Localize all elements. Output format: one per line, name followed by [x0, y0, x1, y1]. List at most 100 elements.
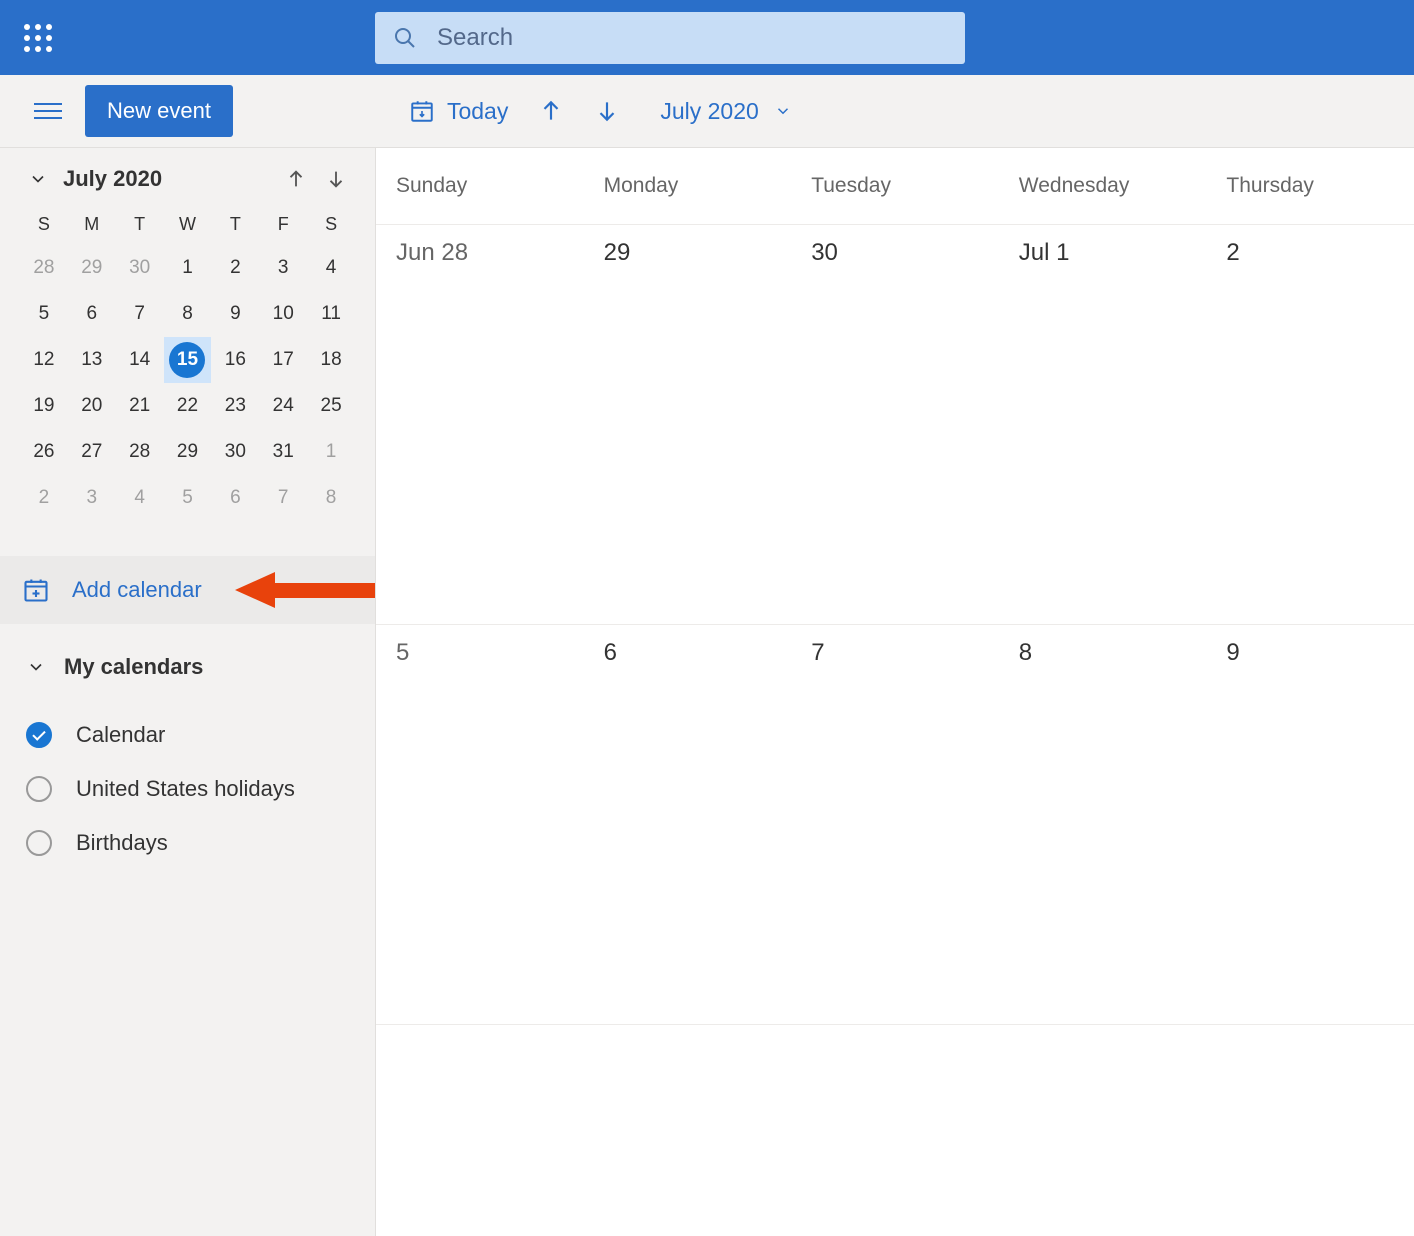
date-range-dropdown[interactable]: July 2020 — [660, 98, 791, 125]
search-box[interactable] — [375, 12, 965, 64]
day-cell[interactable]: 2 — [1206, 225, 1414, 624]
day-cell[interactable]: 6 — [584, 625, 792, 1024]
mini-calendar-title: July 2020 — [63, 166, 285, 192]
mini-cal-day[interactable]: 7 — [116, 291, 164, 337]
day-cell[interactable]: Jul 1 — [999, 225, 1207, 624]
mini-cal-day[interactable]: 3 — [259, 245, 307, 291]
mini-cal-day[interactable]: 8 — [164, 291, 212, 337]
mini-cal-day[interactable]: 4 — [307, 245, 355, 291]
mini-cal-dow: S — [20, 204, 68, 245]
mini-cal-day[interactable]: 24 — [259, 383, 307, 429]
mini-cal-day[interactable]: 29 — [164, 429, 212, 475]
next-arrow-icon[interactable] — [594, 98, 620, 124]
calendar-checkbox[interactable] — [26, 722, 52, 748]
mini-calendar-header: July 2020 — [0, 148, 375, 204]
my-calendars-title: My calendars — [64, 654, 203, 680]
calendar-checkbox[interactable] — [26, 776, 52, 802]
mini-cal-day[interactable]: 9 — [211, 291, 259, 337]
day-cell[interactable]: 8 — [999, 625, 1207, 1024]
chevron-down-icon — [774, 102, 792, 120]
day-cell[interactable]: 29 — [584, 225, 792, 624]
mini-cal-day[interactable]: 14 — [116, 337, 164, 383]
hamburger-menu-icon[interactable] — [20, 103, 75, 119]
day-header: Wednesday — [999, 148, 1207, 224]
mini-cal-day[interactable]: 20 — [68, 383, 116, 429]
mini-cal-day[interactable]: 30 — [211, 429, 259, 475]
search-icon — [393, 26, 417, 50]
mini-cal-day[interactable]: 1 — [164, 245, 212, 291]
day-cell[interactable]: 9 — [1206, 625, 1414, 1024]
mini-cal-day[interactable]: 6 — [211, 475, 259, 521]
calendar-checkbox[interactable] — [26, 830, 52, 856]
mini-calendar: SMTWTFS282930123456789101112131415161718… — [0, 204, 375, 536]
mini-cal-day[interactable]: 2 — [20, 475, 68, 521]
day-header: Thursday — [1206, 148, 1414, 224]
calendar-list-item[interactable]: Birthdays — [20, 816, 355, 870]
mini-cal-day[interactable]: 25 — [307, 383, 355, 429]
mini-cal-day[interactable]: 15 — [164, 337, 212, 383]
mini-cal-day[interactable]: 3 — [68, 475, 116, 521]
calendar-list-item[interactable]: United States holidays — [20, 762, 355, 816]
new-event-button[interactable]: New event — [85, 85, 233, 137]
calendar-item-label: United States holidays — [76, 776, 295, 802]
mini-cal-day[interactable]: 17 — [259, 337, 307, 383]
day-cell[interactable]: 5 — [376, 625, 584, 1024]
mini-cal-dow: S — [307, 204, 355, 245]
mini-cal-day[interactable]: 11 — [307, 291, 355, 337]
mini-cal-day[interactable]: 7 — [259, 475, 307, 521]
calendar-today-icon — [409, 98, 435, 124]
mini-cal-day[interactable]: 2 — [211, 245, 259, 291]
annotation-arrow-icon — [235, 572, 376, 608]
calendar-list-item[interactable]: Calendar — [20, 708, 355, 762]
mini-cal-day[interactable]: 19 — [20, 383, 68, 429]
calendar-grid: SundayMondayTuesdayWednesdayThursday Jun… — [376, 148, 1414, 1236]
chevron-down-icon — [26, 657, 46, 677]
mini-prev-icon[interactable] — [285, 168, 307, 190]
mini-cal-day[interactable]: 12 — [20, 337, 68, 383]
mini-cal-day[interactable]: 13 — [68, 337, 116, 383]
prev-arrow-icon[interactable] — [538, 98, 564, 124]
mini-cal-day[interactable]: 1 — [307, 429, 355, 475]
mini-cal-day[interactable]: 10 — [259, 291, 307, 337]
add-calendar-button[interactable]: Add calendar — [0, 556, 375, 624]
mini-next-icon[interactable] — [325, 168, 347, 190]
mini-cal-day[interactable]: 8 — [307, 475, 355, 521]
today-label: Today — [447, 98, 508, 125]
mini-cal-day[interactable]: 6 — [68, 291, 116, 337]
mini-cal-day[interactable]: 28 — [20, 245, 68, 291]
mini-cal-day[interactable]: 21 — [116, 383, 164, 429]
mini-cal-day[interactable]: 4 — [116, 475, 164, 521]
date-range-label: July 2020 — [660, 98, 758, 125]
mini-cal-day[interactable]: 29 — [68, 245, 116, 291]
calendar-list: Calendar United States holidays Birthdays — [0, 690, 375, 888]
mini-cal-day[interactable]: 5 — [20, 291, 68, 337]
day-cell[interactable]: Jun 28 — [376, 225, 584, 624]
mini-cal-dow: T — [116, 204, 164, 245]
mini-cal-day[interactable]: 30 — [116, 245, 164, 291]
mini-cal-day[interactable]: 27 — [68, 429, 116, 475]
calendar-item-label: Calendar — [76, 722, 165, 748]
mini-cal-day[interactable]: 26 — [20, 429, 68, 475]
calendar-add-icon — [22, 576, 50, 604]
mini-cal-day[interactable]: 23 — [211, 383, 259, 429]
day-cell[interactable]: 7 — [791, 625, 999, 1024]
search-input[interactable] — [437, 24, 947, 52]
app-launcher-icon[interactable] — [10, 10, 65, 65]
day-cell[interactable]: 30 — [791, 225, 999, 624]
mini-cal-day[interactable]: 18 — [307, 337, 355, 383]
mini-cal-day[interactable]: 22 — [164, 383, 212, 429]
today-button[interactable]: Today — [409, 98, 508, 125]
add-calendar-label: Add calendar — [72, 577, 202, 603]
mini-cal-day[interactable]: 28 — [116, 429, 164, 475]
toolbar: New event Today July 2020 — [0, 75, 1414, 148]
my-calendars-toggle[interactable]: My calendars — [26, 654, 355, 680]
chevron-down-icon[interactable] — [28, 169, 48, 189]
day-header: Monday — [584, 148, 792, 224]
day-header: Sunday — [376, 148, 584, 224]
day-header: Tuesday — [791, 148, 999, 224]
mini-cal-dow: F — [259, 204, 307, 245]
mini-cal-dow: T — [211, 204, 259, 245]
mini-cal-day[interactable]: 5 — [164, 475, 212, 521]
mini-cal-day[interactable]: 16 — [211, 337, 259, 383]
mini-cal-day[interactable]: 31 — [259, 429, 307, 475]
